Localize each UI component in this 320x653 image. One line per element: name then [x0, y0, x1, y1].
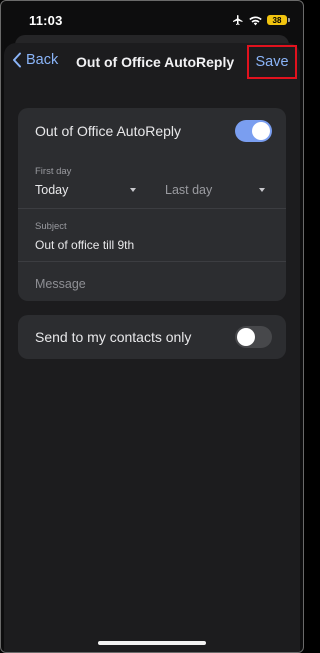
toggle-knob: [237, 328, 255, 346]
nav-bar: Back Out of Office AutoReply Save: [4, 43, 300, 81]
autoreply-sheet: Back Out of Office AutoReply Save Out of…: [4, 43, 300, 652]
chevron-left-icon: [12, 52, 22, 68]
toggle-knob: [252, 122, 270, 140]
autoreply-toggle[interactable]: [235, 120, 272, 142]
first-day-label: First day: [35, 166, 72, 177]
page-title: Out of Office AutoReply: [76, 54, 235, 70]
save-button[interactable]: Save: [247, 45, 297, 79]
caret-down-icon: [259, 188, 265, 192]
wifi-icon: [249, 15, 262, 26]
airplane-icon: [232, 14, 244, 26]
contacts-only-card: Send to my contacts only: [18, 315, 286, 359]
divider: [18, 208, 286, 209]
back-label: Back: [26, 52, 59, 68]
contacts-only-toggle[interactable]: [235, 326, 272, 348]
subject-field[interactable]: Out of office till 9th: [35, 238, 134, 252]
subject-label: Subject: [35, 221, 67, 232]
status-bar: 11:03 38: [1, 1, 303, 39]
autoreply-settings-card: Out of Office AutoReply First day Today …: [18, 108, 286, 301]
message-field[interactable]: Message: [35, 277, 86, 291]
autoreply-toggle-label: Out of Office AutoReply: [35, 123, 182, 139]
contacts-only-label: Send to my contacts only: [35, 329, 192, 345]
last-day-placeholder: Last day: [165, 183, 213, 197]
battery-icon: 38: [267, 15, 290, 25]
phone-screen: 11:03 38 Back Out of Office AutoReply Sa…: [0, 0, 304, 653]
first-day-value: Today: [35, 183, 69, 197]
status-icons: 38: [232, 14, 290, 26]
back-button[interactable]: Back: [12, 52, 58, 68]
divider: [18, 261, 286, 262]
status-time: 11:03: [29, 12, 63, 28]
home-indicator[interactable]: [98, 641, 206, 645]
caret-down-icon: [130, 188, 136, 192]
